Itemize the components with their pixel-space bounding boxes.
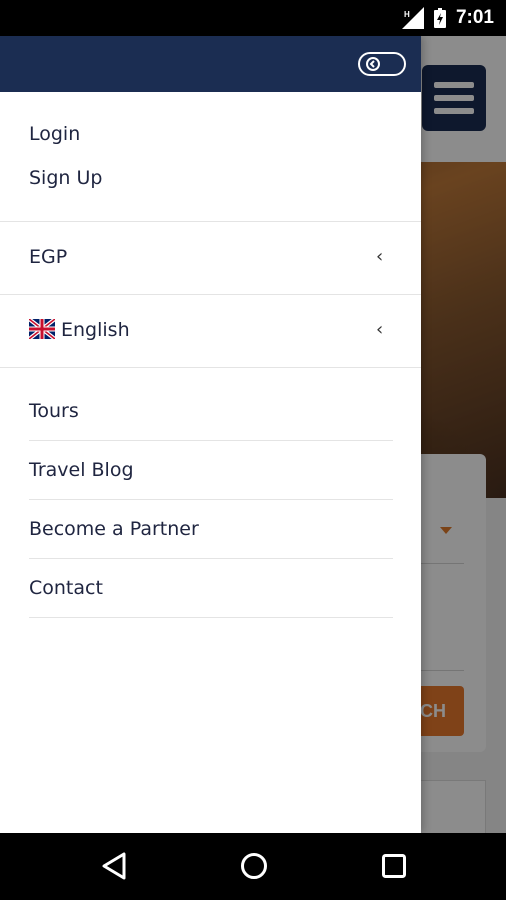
drawer-header [0, 36, 421, 92]
nav-item-contact[interactable]: Contact [29, 577, 103, 599]
toggle-back-icon [366, 57, 380, 71]
recents-square-icon[interactable] [380, 851, 408, 881]
language-selector[interactable]: English [29, 319, 130, 341]
system-nav-bar [0, 833, 506, 900]
nav-item-become-partner[interactable]: Become a Partner [29, 518, 199, 540]
divider [29, 440, 393, 441]
divider [0, 367, 421, 368]
close-drawer-button[interactable] [358, 52, 406, 76]
chevron-left-icon[interactable]: ‹ [376, 246, 383, 267]
nav-item-tours[interactable]: Tours [29, 400, 79, 422]
svg-text:H: H [404, 10, 410, 19]
divider [29, 617, 393, 618]
nav-item-travel-blog[interactable]: Travel Blog [29, 459, 134, 481]
status-bar: H 7:01 [0, 0, 506, 36]
divider [0, 221, 421, 222]
currency-selector[interactable]: EGP [29, 246, 67, 268]
uk-flag-icon [29, 319, 55, 339]
back-triangle-icon[interactable] [100, 851, 128, 881]
chevron-left-icon[interactable]: ‹ [376, 319, 383, 340]
signup-link[interactable]: Sign Up [29, 167, 102, 189]
divider [0, 294, 421, 295]
divider [29, 558, 393, 559]
signal-icon: H [401, 7, 424, 29]
language-label: English [61, 319, 130, 341]
login-link[interactable]: Login [29, 123, 80, 145]
battery-icon [433, 8, 446, 28]
divider [29, 499, 393, 500]
home-circle-icon[interactable] [239, 851, 269, 881]
status-time: 7:01 [455, 7, 494, 28]
status-icons: H 7:01 [401, 6, 494, 30]
navigation-drawer: Login Sign Up EGP ‹ English ‹ Tours Trav… [0, 36, 421, 833]
